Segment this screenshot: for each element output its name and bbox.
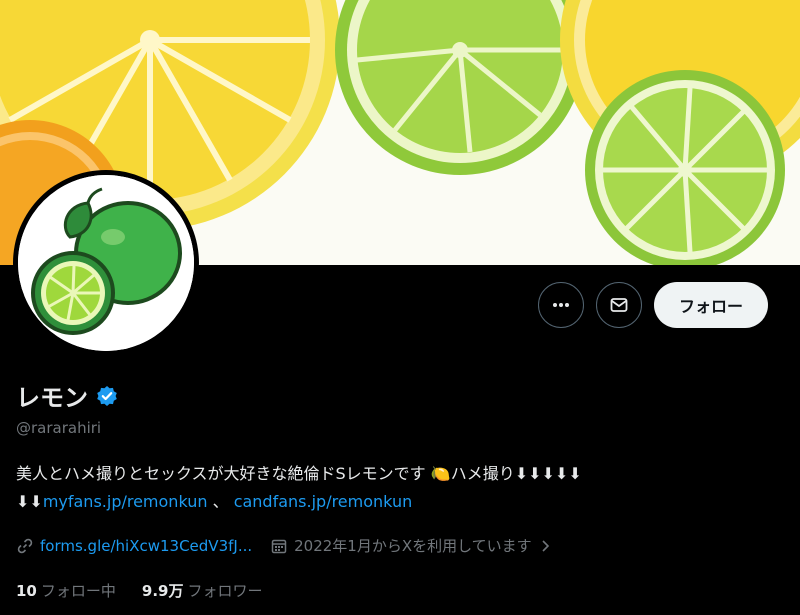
followers-count: 9.9万	[141, 582, 184, 600]
bio-text-2: ハメ撮り⬇⬇⬇⬇⬇	[450, 464, 582, 483]
profile-bio: 美人とハメ撮りとセックスが大好きな絶倫ドSレモンです 🍋ハメ撮り⬇⬇⬇⬇⬇ ⬇⬇…	[16, 460, 786, 516]
joined-item[interactable]: 2022年1月からXを利用しています	[270, 535, 552, 556]
avatar[interactable]	[13, 170, 199, 356]
link-icon	[17, 538, 33, 553]
bio-text: 美人とハメ撮りとセックスが大好きな絶倫ドSレモンです	[16, 464, 431, 483]
lemon-emoji: 🍋	[430, 464, 451, 483]
followers-link[interactable]: 9.9万 フォロワー	[142, 580, 263, 601]
calendar-icon	[271, 539, 287, 553]
website-link[interactable]: forms.gle/hiXcw13CedV3fJ...	[40, 537, 252, 555]
following-count: 10	[16, 582, 37, 600]
following-link[interactable]: 10 フォロー中	[16, 580, 116, 601]
profile-actions: フォロー	[537, 282, 768, 328]
bio-link-myfans[interactable]: myfans.jp/remonkun	[43, 492, 208, 511]
bio-separator: 、	[207, 492, 229, 511]
bio-arrows: ⬇⬇	[16, 492, 43, 511]
bio-line-1: 美人とハメ撮りとセックスが大好きな絶倫ドSレモンです 🍋ハメ撮り⬇⬇⬇⬇⬇	[16, 460, 786, 488]
display-name: レモン	[16, 384, 88, 412]
user-handle: @rararahiri	[16, 419, 102, 437]
bio-line-2: ⬇⬇myfans.jp/remonkun 、 candfans.jp/remon…	[16, 488, 786, 516]
bio-link-candfans[interactable]: candfans.jp/remonkun	[234, 492, 413, 511]
lime-illustration	[18, 175, 194, 351]
name-row: レモン	[16, 378, 118, 413]
more-button[interactable]	[537, 282, 584, 328]
avatar-image	[18, 175, 194, 351]
more-icon	[552, 303, 569, 307]
chevron-right-icon	[542, 539, 549, 552]
followers-label: フォロワー	[187, 582, 263, 600]
follow-button[interactable]: フォロー	[653, 282, 768, 328]
mail-icon	[610, 298, 628, 312]
message-button[interactable]	[595, 282, 642, 328]
following-label: フォロー中	[40, 582, 116, 600]
profile-meta: forms.gle/hiXcw13CedV3fJ... 2022年1月からXを利…	[16, 535, 552, 556]
verified-badge-icon[interactable]	[96, 385, 118, 407]
website-item: forms.gle/hiXcw13CedV3fJ...	[16, 537, 252, 555]
follow-stats: 10 フォロー中 9.9万 フォロワー	[16, 580, 262, 601]
joined-date: 2022年1月からXを利用しています	[294, 537, 532, 555]
